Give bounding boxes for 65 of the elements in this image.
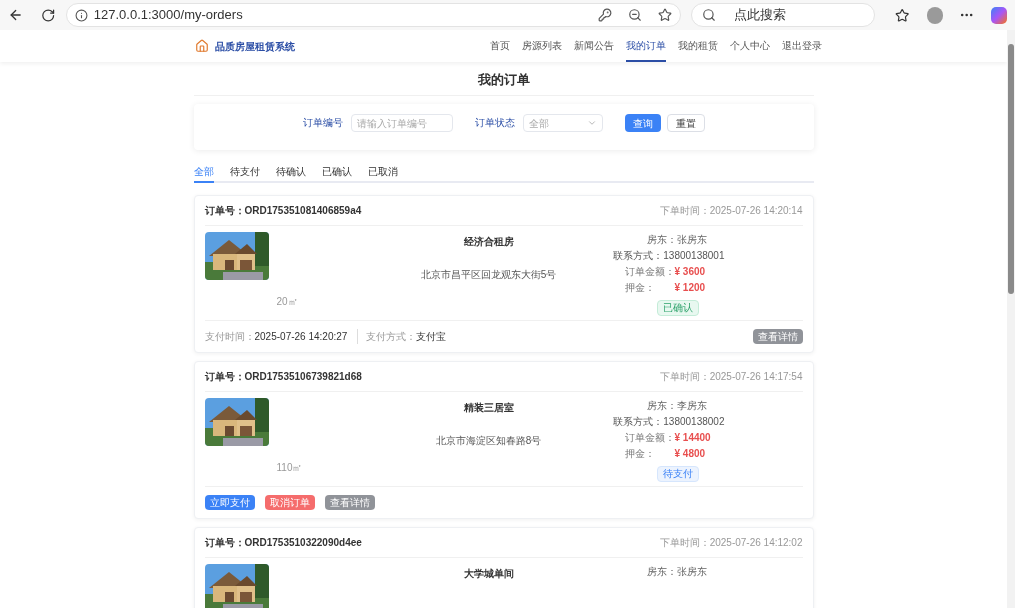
contact-text: 联系方式：13800138001 (613, 249, 725, 263)
area-text: 110㎡ (276, 461, 304, 475)
nav-link[interactable]: 我的订单 (626, 30, 666, 62)
url-text: 127.0.0.1:3000/my-orders (93, 6, 244, 25)
order-time: 下单时间：2025-07-26 14:20:14 (659, 204, 803, 218)
profile-avatar[interactable] (926, 6, 944, 24)
site-brand[interactable]: 品质房屋租赁系统 (215, 38, 295, 54)
amount-label: 订单金额： (623, 265, 675, 279)
browser-search-field[interactable]: 点此搜索 (691, 3, 875, 27)
deposit-label: 押金： (623, 281, 655, 295)
reload-icon[interactable] (41, 7, 56, 23)
house-title: 经济合租房 (463, 235, 514, 249)
landlord-text: 房东：张房东 (646, 233, 707, 247)
payment-info: 支付方式：支付宝 (357, 329, 447, 344)
address-bar[interactable]: 127.0.0.1:3000/my-orders (65, 3, 682, 27)
scrollbar[interactable] (1007, 30, 1015, 608)
status-tab[interactable]: 待支付 (229, 164, 260, 183)
star-icon[interactable] (658, 8, 673, 22)
back-icon[interactable] (8, 7, 24, 23)
zoom-out-icon[interactable] (628, 8, 643, 22)
landlord-text: 房东：李房东 (646, 399, 707, 413)
favorites-icon[interactable] (894, 7, 909, 23)
info-icon[interactable] (74, 8, 88, 22)
status-tab[interactable]: 全部 (193, 164, 214, 183)
amount-value: ¥ 14400 (674, 431, 711, 445)
order-number: 订单号：ORD1753510322090d4ee (204, 536, 362, 550)
deposit-label: 押金： (623, 447, 655, 461)
amount-label: 订单金额： (623, 431, 675, 445)
order-number-label: 订单编号 (302, 116, 343, 130)
page-title: 我的订单 (193, 70, 814, 96)
order-time: 下单时间：2025-07-26 14:17:54 (659, 370, 803, 384)
contact-text: 联系方式：13800138002 (613, 415, 725, 429)
status-tag: 待支付 (656, 466, 699, 482)
house-title: 大学城单间 (463, 567, 514, 581)
order-time: 下单时间：2025-07-26 14:12:02 (659, 536, 803, 550)
house-address: 北京市海淀区知春路8号 (435, 434, 542, 448)
landlord-text: 房东：张房东 (646, 565, 707, 579)
nav-link[interactable]: 我的租赁 (678, 30, 718, 62)
action-button[interactable]: 立即支付 (204, 495, 255, 510)
payment-info: 支付时间：2025-07-26 14:20:27 (204, 330, 348, 344)
filter-button[interactable]: 重置 (666, 114, 705, 132)
house-title: 精装三居室 (463, 401, 514, 415)
order-number: 订单号：ORD17535106739821d68 (204, 370, 362, 384)
order-number: 订单号：ORD175351081406859a4 (204, 204, 362, 218)
house-icon (195, 39, 209, 53)
chevron-down-icon (586, 118, 597, 128)
deposit-value: ¥ 4800 (674, 447, 706, 461)
nav-link[interactable]: 房源列表 (522, 30, 562, 62)
order-status-label: 订单状态 (474, 116, 515, 130)
status-tab[interactable]: 已取消 (367, 164, 398, 183)
status-tag: 已确认 (656, 300, 699, 316)
order-number-field[interactable]: 请输入订单编号 (350, 114, 453, 132)
nav-link[interactable]: 个人中心 (730, 30, 770, 62)
status-tab[interactable]: 已确认 (321, 164, 352, 183)
deposit-value: ¥ 1200 (674, 281, 706, 295)
filter-button[interactable]: 查询 (624, 114, 661, 132)
nav-link[interactable]: 新闻公告 (574, 30, 614, 62)
nav-link[interactable]: 退出登录 (782, 30, 822, 62)
key-icon[interactable] (598, 8, 613, 22)
amount-value: ¥ 3600 (674, 265, 706, 279)
search-icon (702, 8, 717, 22)
nav-link[interactable]: 首页 (490, 30, 510, 62)
area-text: 20㎡ (276, 295, 299, 309)
status-tab[interactable]: 待确认 (275, 164, 306, 183)
house-address: 北京市昌平区回龙观东大街5号 (420, 268, 557, 282)
